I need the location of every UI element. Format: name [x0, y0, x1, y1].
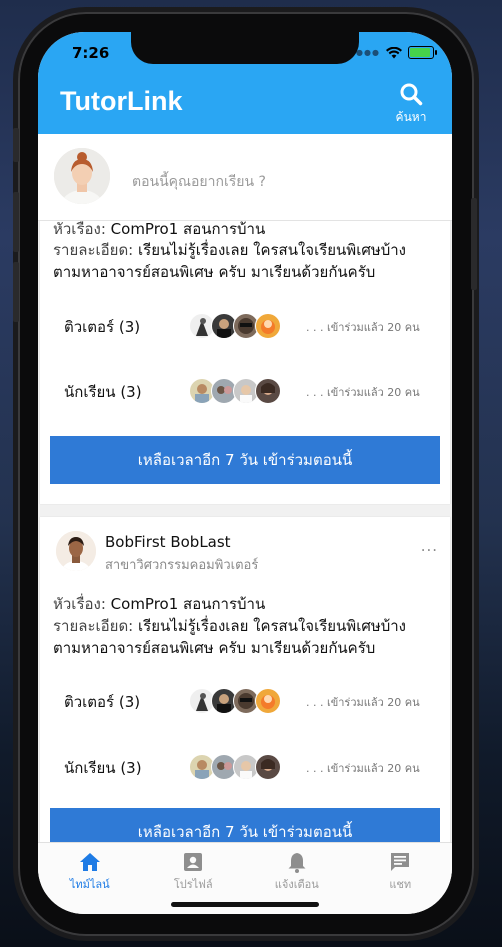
profile-icon	[142, 849, 246, 875]
status-icons: ●●●●	[348, 46, 437, 59]
search-label: ค้นหา	[395, 110, 427, 124]
search-button[interactable]: ค้นหา	[390, 82, 432, 127]
student-count-label: นักเรียน (3)	[64, 383, 142, 401]
bell-icon	[245, 849, 349, 875]
timeline-feed[interactable]: หัวเรื่อง: ComPro1 สอนการบ้าน รายละเอียด…	[38, 220, 452, 842]
composer-placeholder[interactable]: ตอนนี้คุณอยากเรียน ?	[132, 171, 266, 193]
home-icon	[38, 849, 142, 875]
tutor-joined-count: . . . เข้าร่วมแล้ว 20 คน	[306, 696, 420, 709]
more-options-icon[interactable]: ...	[421, 537, 438, 555]
app-title: TutorLink	[60, 86, 183, 116]
home-indicator[interactable]	[171, 902, 319, 907]
volume-up-button	[13, 192, 19, 252]
post-detail: รายละเอียด: เรียนไม่รู้เรื่องเลย ใครสนใจ…	[53, 241, 406, 281]
mute-switch	[13, 128, 19, 162]
tab-label: โปรไฟล์	[173, 878, 213, 891]
tutor-joined-count: . . . เข้าร่วมแล้ว 20 คน	[306, 321, 420, 334]
post-topic: หัวเรื่อง: ComPro1 สอนการบ้าน	[53, 220, 266, 238]
student-avatars	[189, 378, 281, 404]
battery-icon	[408, 46, 437, 59]
volume-down-button	[13, 262, 19, 322]
post-composer[interactable]: ตอนนี้คุณอยากเรียน ?	[38, 134, 452, 221]
avatar	[255, 313, 281, 339]
tab-chat[interactable]: แชท	[349, 843, 453, 914]
power-button	[471, 198, 477, 290]
tutor-count-label: ติวเตอร์ (3)	[64, 693, 141, 711]
join-button[interactable]: เหลือเวลาอีก 7 วัน เข้าร่วมตอนนี้	[50, 808, 440, 842]
student-joined-count: . . . เข้าร่วมแล้ว 20 คน	[306, 386, 420, 399]
screen: 7:26 ●●●● TutorLink ค้นหา ตอนนี้คุณอยากเ…	[38, 32, 452, 914]
student-row[interactable]: นักเรียน (3) . . . เข้าร่วมแล้ว 20 คน	[56, 752, 436, 782]
avatar	[255, 688, 281, 714]
author-department: สาขาวิศวกรรมคอมพิวเตอร์	[105, 558, 259, 573]
tutor-count-label: ติวเตอร์ (3)	[64, 318, 141, 336]
notch	[131, 32, 359, 64]
user-avatar	[54, 148, 110, 204]
student-avatars	[189, 754, 281, 780]
author-avatar[interactable]	[56, 531, 96, 571]
status-time: 7:26	[72, 44, 110, 62]
tab-timeline[interactable]: ไทม์ไลน์	[38, 843, 142, 914]
tutor-row[interactable]: ติวเตอร์ (3) . . . เข้าร่วมแล้ว 20 คน	[56, 686, 436, 716]
tab-label: แชท	[389, 878, 412, 891]
student-row[interactable]: นักเรียน (3) . . . เข้าร่วมแล้ว 20 คน	[56, 376, 436, 406]
avatar	[255, 378, 281, 404]
tab-label: ไทม์ไลน์	[69, 878, 110, 891]
tab-label: แจ้งเตือน	[274, 878, 319, 891]
join-button[interactable]: เหลือเวลาอีก 7 วัน เข้าร่วมตอนนี้	[50, 436, 440, 484]
post-card: BobFirst BobLast สาขาวิศวกรรมคอมพิวเตอร์…	[40, 517, 450, 842]
post-detail: รายละเอียด: เรียนไม่รู้เรื่องเลย ใครสนใจ…	[53, 617, 406, 657]
post-topic: หัวเรื่อง: ComPro1 สอนการบ้าน	[53, 595, 266, 613]
tutor-avatars	[189, 688, 281, 714]
tutor-avatars	[189, 313, 281, 339]
student-joined-count: . . . เข้าร่วมแล้ว 20 คน	[306, 762, 420, 775]
post-card: หัวเรื่อง: ComPro1 สอนการบ้าน รายละเอียด…	[40, 220, 450, 504]
wifi-icon	[386, 46, 402, 59]
tutor-row[interactable]: ติวเตอร์ (3) . . . เข้าร่วมแล้ว 20 คน	[56, 311, 436, 341]
chat-icon	[349, 849, 453, 875]
avatar	[255, 754, 281, 780]
student-count-label: นักเรียน (3)	[64, 759, 142, 777]
post-author[interactable]: BobFirst BobLast	[105, 533, 231, 551]
